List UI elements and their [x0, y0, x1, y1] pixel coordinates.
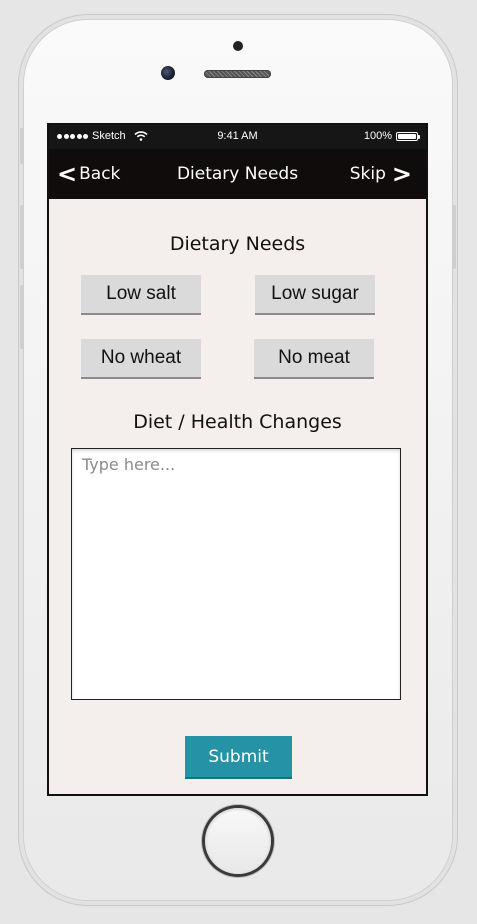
phone-screen: Sketch 9:41 AM 100% < Back Dietary Needs…: [47, 123, 428, 796]
volume-up-button: [20, 205, 24, 269]
back-label: Back: [79, 164, 121, 184]
option-no-meat-button[interactable]: No meat: [254, 339, 374, 379]
health-changes-textarea[interactable]: [71, 448, 401, 700]
dietary-needs-heading: Dietary Needs: [169, 233, 306, 255]
earpiece-speaker: [204, 70, 271, 78]
home-button[interactable]: [205, 808, 271, 874]
mute-switch: [20, 128, 24, 164]
nav-bar: < Back Dietary Needs Skip >: [49, 149, 426, 199]
chevron-right-icon: >: [391, 160, 412, 188]
health-changes-heading: Diet / Health Changes: [133, 411, 342, 433]
battery-icon: [396, 131, 420, 141]
option-no-wheat-button[interactable]: No wheat: [81, 339, 201, 379]
skip-label: Skip: [349, 164, 386, 184]
status-bar: Sketch 9:41 AM 100%: [49, 125, 426, 149]
option-low-salt-button[interactable]: Low salt: [81, 275, 201, 315]
power-button: [452, 205, 456, 269]
volume-down-button: [20, 285, 24, 349]
front-sensor: [233, 41, 243, 51]
skip-button[interactable]: Skip >: [350, 149, 412, 199]
main-content: Dietary Needs Low salt Low sugar No whea…: [49, 199, 426, 794]
submit-button[interactable]: Submit: [185, 736, 292, 779]
option-low-sugar-button[interactable]: Low sugar: [255, 275, 375, 315]
status-right: 100%: [363, 130, 420, 142]
battery-percent: 100%: [363, 130, 392, 142]
camera-lens-icon: [161, 66, 175, 80]
back-button[interactable]: < Back: [57, 149, 120, 199]
chevron-left-icon: <: [57, 160, 78, 188]
